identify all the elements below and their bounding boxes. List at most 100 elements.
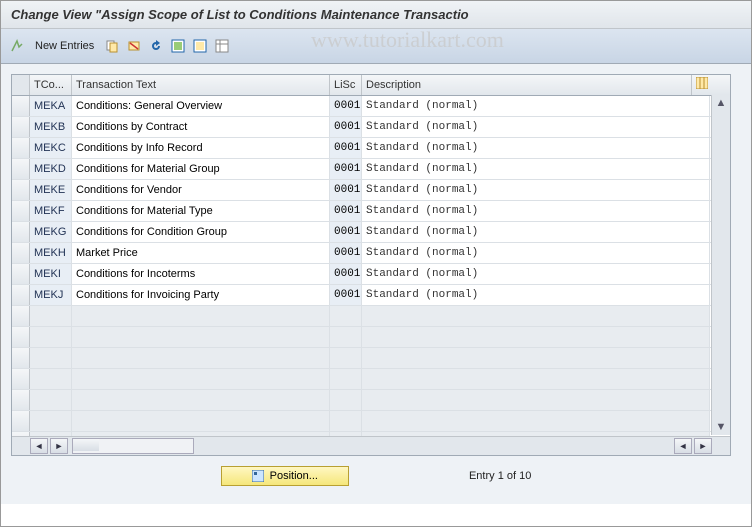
cell-lisc[interactable]: 0001 [330,96,362,116]
hscroll-left-icon[interactable]: ◄ [30,438,48,454]
cell-transaction-text[interactable] [72,432,330,436]
copy-icon[interactable] [104,38,120,54]
table-row[interactable] [12,348,730,369]
cell-tcode[interactable] [30,348,72,368]
hscroll-right2-icon[interactable]: ► [694,438,712,454]
row-selector[interactable] [12,285,30,305]
cell-description[interactable]: Standard (normal) [362,201,710,221]
cell-description[interactable]: Standard (normal) [362,264,710,284]
cell-lisc[interactable] [330,411,362,431]
hscroll-left2-icon[interactable]: ◄ [674,438,692,454]
row-selector[interactable] [12,201,30,221]
cell-transaction-text[interactable] [72,327,330,347]
cell-transaction-text[interactable]: Market Price [72,243,330,263]
cell-lisc[interactable]: 0001 [330,264,362,284]
row-selector[interactable] [12,327,30,347]
cell-lisc[interactable] [330,348,362,368]
cell-tcode[interactable] [30,369,72,389]
cell-lisc[interactable] [330,369,362,389]
cell-tcode[interactable]: MEKB [30,117,72,137]
table-row[interactable]: MEKAConditions: General Overview0001Stan… [12,96,730,117]
cell-description[interactable] [362,348,710,368]
cell-tcode[interactable] [30,411,72,431]
cell-tcode[interactable]: MEKH [30,243,72,263]
cell-tcode[interactable] [30,327,72,347]
cell-lisc[interactable] [330,327,362,347]
cell-tcode[interactable]: MEKA [30,96,72,116]
row-selector[interactable] [12,411,30,431]
cell-description[interactable]: Standard (normal) [362,222,710,242]
cell-description[interactable] [362,432,710,436]
cell-tcode[interactable] [30,390,72,410]
cell-lisc[interactable]: 0001 [330,222,362,242]
header-selector[interactable] [12,75,30,95]
row-selector[interactable] [12,369,30,389]
cell-description[interactable]: Standard (normal) [362,180,710,200]
row-selector[interactable] [12,138,30,158]
cell-transaction-text[interactable]: Conditions for Material Group [72,159,330,179]
header-lisc[interactable]: LiSc [330,75,362,95]
cell-description[interactable] [362,306,710,326]
cell-transaction-text[interactable] [72,306,330,326]
position-button[interactable]: Position... [221,466,349,486]
table-row[interactable]: MEKDConditions for Material Group0001Sta… [12,159,730,180]
cell-tcode[interactable]: MEKG [30,222,72,242]
table-row[interactable]: MEKIConditions for Incoterms0001Standard… [12,264,730,285]
row-selector[interactable] [12,159,30,179]
cell-transaction-text[interactable]: Conditions for Invoicing Party [72,285,330,305]
cell-description[interactable]: Standard (normal) [362,243,710,263]
row-selector[interactable] [12,96,30,116]
header-transaction-text[interactable]: Transaction Text [72,75,330,95]
delete-icon[interactable] [126,38,142,54]
cell-tcode[interactable]: MEKJ [30,285,72,305]
cell-lisc[interactable]: 0001 [330,285,362,305]
header-description[interactable]: Description [362,75,692,95]
cell-lisc[interactable]: 0001 [330,159,362,179]
table-row[interactable]: MEKFConditions for Material Type0001Stan… [12,201,730,222]
hscroll-right-icon[interactable]: ► [50,438,68,454]
cell-tcode[interactable]: MEKC [30,138,72,158]
table-row[interactable] [12,432,730,436]
cell-transaction-text[interactable]: Conditions for Condition Group [72,222,330,242]
row-selector[interactable] [12,180,30,200]
cell-tcode[interactable] [30,306,72,326]
cell-description[interactable]: Standard (normal) [362,117,710,137]
table-row[interactable]: MEKHMarket Price0001Standard (normal) [12,243,730,264]
cell-tcode[interactable] [30,432,72,436]
cell-lisc[interactable]: 0001 [330,180,362,200]
scroll-down-icon[interactable]: ▼ [713,419,729,435]
row-selector[interactable] [12,264,30,284]
row-selector[interactable] [12,390,30,410]
cell-transaction-text[interactable] [72,411,330,431]
table-row[interactable] [12,411,730,432]
table-row[interactable] [12,390,730,411]
scroll-up-icon[interactable]: ▲ [713,95,729,111]
row-selector[interactable] [12,348,30,368]
row-selector[interactable] [12,222,30,242]
cell-description[interactable] [362,327,710,347]
table-row[interactable] [12,327,730,348]
row-selector[interactable] [12,243,30,263]
cell-tcode[interactable]: MEKI [30,264,72,284]
cell-tcode[interactable]: MEKD [30,159,72,179]
cell-description[interactable]: Standard (normal) [362,96,710,116]
cell-transaction-text[interactable] [72,369,330,389]
header-tcode[interactable]: TCo... [30,75,72,95]
cell-lisc[interactable]: 0001 [330,243,362,263]
cell-description[interactable]: Standard (normal) [362,138,710,158]
table-row[interactable] [12,306,730,327]
cell-transaction-text[interactable] [72,348,330,368]
row-selector[interactable] [12,432,30,436]
cell-description[interactable] [362,369,710,389]
cell-lisc[interactable] [330,306,362,326]
cell-lisc[interactable] [330,390,362,410]
cell-lisc[interactable]: 0001 [330,117,362,137]
deselect-all-icon[interactable] [192,38,208,54]
column-config-icon[interactable] [692,75,710,95]
cell-transaction-text[interactable]: Conditions: General Overview [72,96,330,116]
cell-tcode[interactable]: MEKF [30,201,72,221]
cell-transaction-text[interactable] [72,390,330,410]
table-row[interactable]: MEKEConditions for Vendor0001Standard (n… [12,180,730,201]
table-row[interactable]: MEKCConditions by Info Record0001Standar… [12,138,730,159]
toggle-icon[interactable] [9,38,25,54]
